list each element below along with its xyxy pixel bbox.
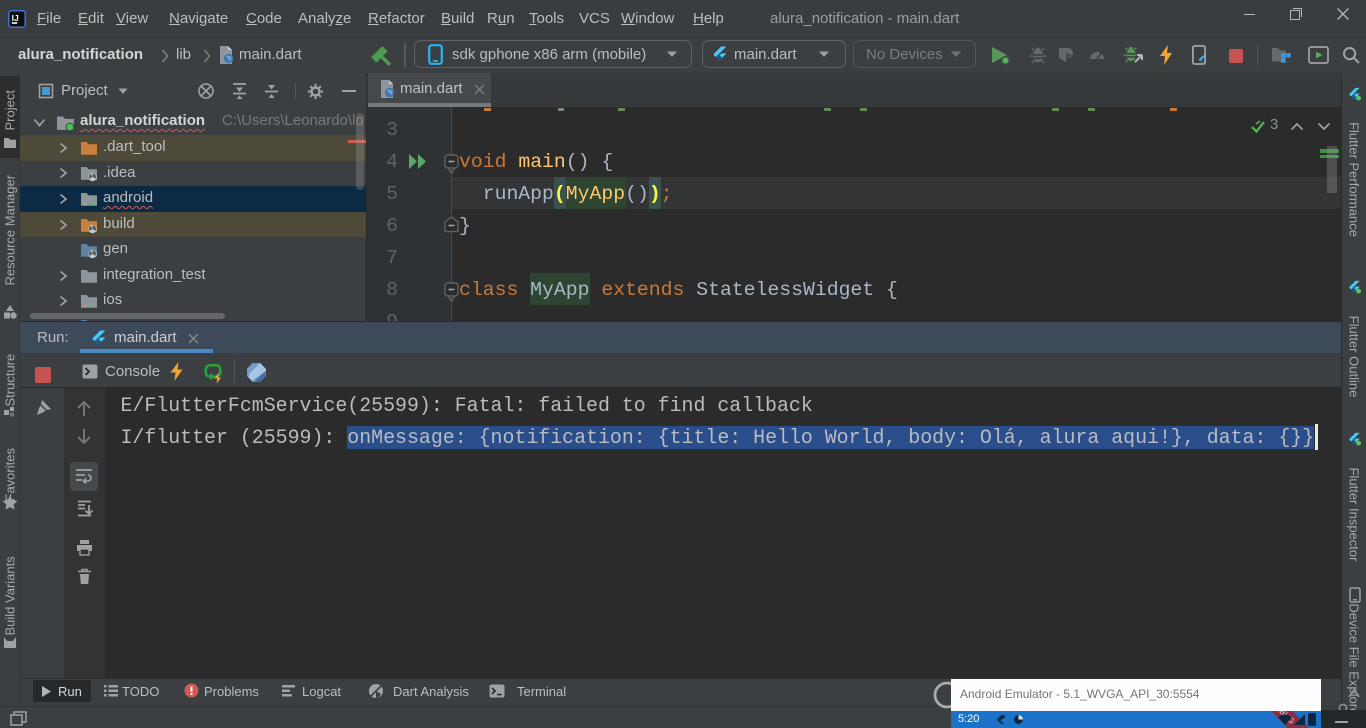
svg-text:IJ: IJ: [12, 13, 19, 23]
